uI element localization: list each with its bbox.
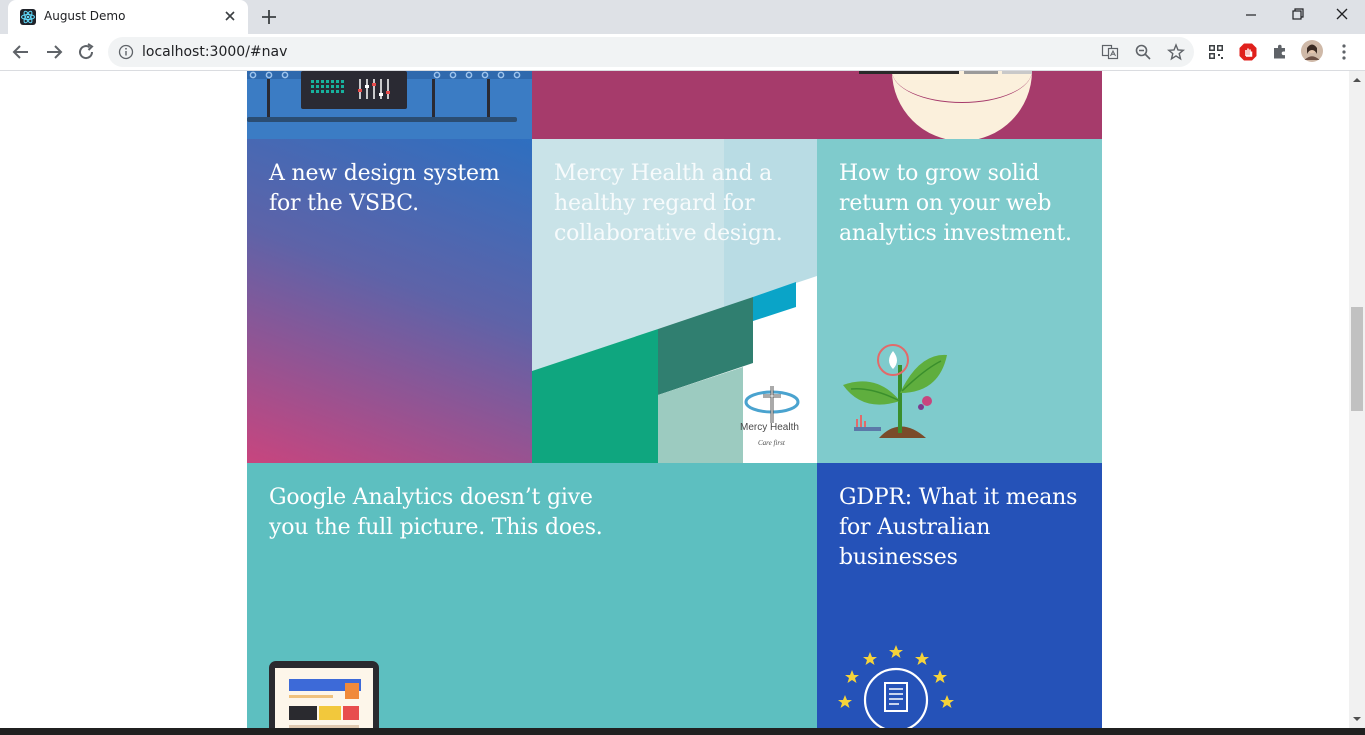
adblock-extension-icon[interactable] (1238, 42, 1258, 62)
translate-icon[interactable] (1101, 43, 1119, 61)
reload-icon[interactable] (74, 40, 98, 64)
magenta-banner-image[interactable] (532, 71, 1102, 139)
site-info-icon[interactable] (118, 44, 134, 60)
google-analytics-card[interactable]: Google Analytics doesn’t give you the fu… (247, 463, 817, 728)
laptop-dashboard-icon (269, 661, 379, 728)
scroll-up-arrow-icon[interactable] (1352, 75, 1362, 85)
close-window-icon[interactable] (1319, 0, 1365, 30)
analytics-roi-card[interactable]: How to grow solid return on your web ana… (817, 139, 1102, 463)
growing-plant-icon (843, 344, 947, 438)
bookmark-star-icon[interactable] (1167, 43, 1185, 61)
analytics-roi-card-title[interactable]: How to grow solid return on your web ana… (839, 159, 1089, 249)
forward-icon[interactable] (42, 40, 66, 64)
zoom-icon[interactable] (1134, 43, 1152, 61)
desk-lamp-illustration (859, 71, 1032, 139)
scroll-down-arrow-icon[interactable] (1352, 714, 1362, 724)
eu-stars-document-icon (838, 645, 954, 728)
page-viewport: A new design system for the VSBC. Mercy … (0, 71, 1349, 728)
gdpr-card-title[interactable]: GDPR: What it means for Australian busin… (839, 483, 1089, 573)
qr-code-extension-icon[interactable] (1206, 42, 1226, 62)
tab-strip: August Demo (0, 0, 1365, 34)
vsbc-card[interactable]: A new design system for the VSBC. (247, 139, 532, 463)
gdpr-card[interactable]: GDPR: What it means for Australian busin… (817, 463, 1102, 728)
tab-title: August Demo (44, 9, 126, 23)
browser-toolbar: localhost:3000/#nav (0, 34, 1365, 71)
mixing-desk-illustration (247, 71, 532, 122)
restore-icon[interactable] (1274, 0, 1320, 30)
address-bar[interactable]: localhost:3000/#nav (108, 37, 1194, 67)
mercy-health-logo-tagline: Care first (758, 439, 785, 447)
minimize-icon[interactable] (1228, 0, 1274, 30)
mercy-health-card[interactable]: Mercy Health and a healthy regard for co… (532, 139, 817, 463)
scrollbar-thumb[interactable] (1351, 307, 1363, 411)
profile-avatar-icon[interactable] (1301, 40, 1323, 62)
extensions-puzzle-icon[interactable] (1270, 42, 1290, 62)
react-logo-icon (20, 9, 36, 25)
page-scrollbar[interactable] (1349, 71, 1365, 728)
vsbc-banner-image[interactable] (247, 71, 532, 139)
mercy-health-logo-name: Mercy Health (740, 422, 799, 433)
browser-menu-icon[interactable] (1334, 42, 1354, 62)
url-text[interactable]: localhost:3000/#nav (142, 44, 287, 60)
browser-tab[interactable]: August Demo (8, 0, 248, 34)
close-tab-icon[interactable] (222, 8, 238, 24)
back-icon[interactable] (9, 40, 33, 64)
os-taskbar (0, 728, 1365, 735)
google-analytics-card-title[interactable]: Google Analytics doesn’t give you the fu… (269, 483, 609, 543)
new-tab-icon[interactable] (259, 7, 279, 27)
mercy-health-card-title[interactable]: Mercy Health and a healthy regard for co… (554, 159, 804, 249)
vsbc-card-title[interactable]: A new design system for the VSBC. (269, 159, 519, 219)
